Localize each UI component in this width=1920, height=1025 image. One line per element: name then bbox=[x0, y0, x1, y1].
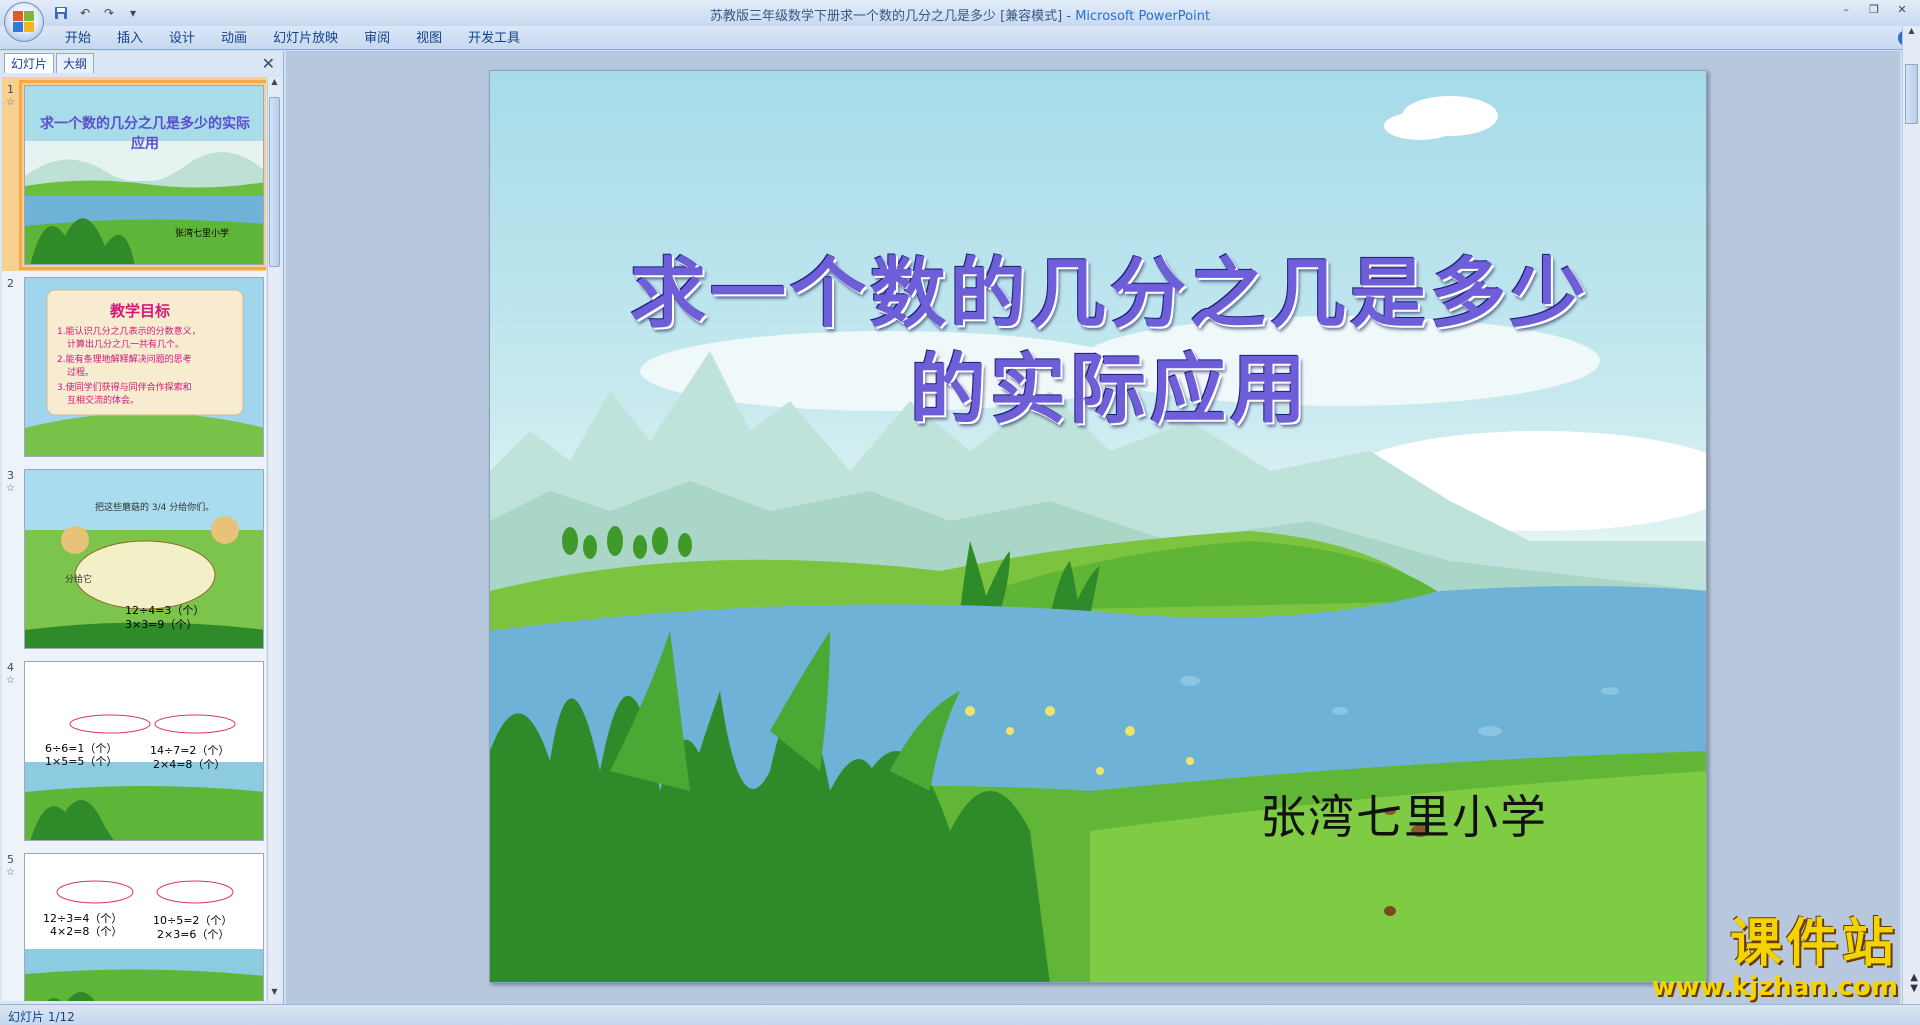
watermark-brand: 课件站 bbox=[1729, 914, 1898, 974]
slide-navigation: ▲ ▼ bbox=[1910, 972, 1918, 994]
title-separator: - bbox=[1062, 9, 1076, 24]
slide-counter: 幻灯片 1/12 bbox=[8, 1010, 75, 1024]
slide-thumbnail-5[interactable]: 12÷3=4（个） 4×2=8（个） 10÷5=2（个） 2×3=6（个） bbox=[24, 853, 264, 1001]
slide-thumbnail-2[interactable]: 教学目标 1.能认识几分之几表示的分数意义， 计算出几分之几一共有几个。 2.能… bbox=[24, 277, 264, 457]
slide-editing-area: 求一个数的几分之几是多少 的实际应用 张湾七里小学 bbox=[286, 51, 1900, 1004]
goal-line: 1.能认识几分之几表示的分数意义， bbox=[57, 327, 201, 337]
tab-design[interactable]: 设计 bbox=[156, 30, 208, 48]
tab-insert[interactable]: 插入 bbox=[104, 30, 156, 48]
slide-number: 1 bbox=[7, 83, 14, 96]
slide-thumbnail-row[interactable]: 1 ☆ 求一个数的几分之几是多少的实际应用 张湾七里小学 bbox=[2, 77, 266, 271]
calc-line: 1×5=5（个） bbox=[45, 755, 118, 768]
calc-line: 10÷5=2（个） bbox=[153, 914, 233, 927]
office-logo-icon bbox=[13, 11, 35, 33]
previous-slide-icon[interactable]: ▲ bbox=[1910, 972, 1918, 983]
animation-star-icon: ☆ bbox=[6, 867, 15, 878]
thumbnail-scrollbar[interactable]: ▲ ▼ bbox=[267, 77, 281, 1001]
title-bar: ↶ ↷ ▾ 苏教版三年级数学下册求一个数的几分之几是多少 [兼容模式] - Mi… bbox=[0, 0, 1920, 26]
slide-number: 2 bbox=[7, 277, 14, 290]
office-button[interactable] bbox=[4, 2, 44, 42]
document-name: 苏教版三年级数学下册求一个数的几分之几是多少 [兼容模式] bbox=[709, 9, 1063, 24]
close-icon[interactable]: ✕ bbox=[1888, 0, 1916, 18]
slides-pane: 幻灯片 大纲 ✕ 1 ☆ 求一个数的几分之几是多少的实际应用 张湾七里小学 2 … bbox=[0, 51, 284, 1004]
thumbnail-caption: 张湾七里小学 bbox=[175, 229, 230, 239]
calc-line: 4×2=8（个） bbox=[50, 925, 123, 938]
tab-developer[interactable]: 开发工具 bbox=[455, 30, 533, 48]
goal-line: 2.能有条理地解释解决问题的思考 bbox=[57, 355, 192, 365]
scrollbar-thumb[interactable] bbox=[269, 97, 280, 267]
slide-title[interactable]: 求一个数的几分之几是多少 的实际应用 bbox=[550, 246, 1670, 438]
tab-review[interactable]: 审阅 bbox=[351, 30, 403, 48]
pane-tabs: 幻灯片 大纲 bbox=[4, 53, 96, 73]
watermark-url: www.kjzhan.com bbox=[1651, 972, 1898, 1002]
slide-thumbnails: 1 ☆ 求一个数的几分之几是多少的实际应用 张湾七里小学 2 教学目标 1.能认… bbox=[2, 77, 266, 1001]
slide-number: 5 bbox=[7, 853, 14, 866]
scrollbar-thumb[interactable] bbox=[1905, 64, 1918, 124]
slide-title-line: 的实际应用 bbox=[910, 345, 1310, 434]
restore-icon[interactable]: ❐ bbox=[1860, 0, 1888, 18]
slide-thumbnail-3[interactable]: 把这些蘑菇的 3/4 分给你们。 分给它 12÷4=3（个） 3×3=9（个） bbox=[24, 469, 264, 649]
tab-slides[interactable]: 幻灯片 bbox=[4, 53, 55, 73]
scroll-down-icon[interactable]: ▼ bbox=[269, 987, 280, 1001]
tab-home[interactable]: 开始 bbox=[52, 30, 104, 48]
thumbnail-prompt: 把这些蘑菇的 3/4 分给你们。 bbox=[95, 503, 215, 513]
ribbon-tabs: 开始 插入 设计 动画 幻灯片放映 审阅 视图 开发工具 bbox=[52, 30, 533, 48]
status-bar: 幻灯片 1/12 bbox=[0, 1004, 1920, 1025]
thumbnail-title: 求一个数的几分之几是多少的实际应用 bbox=[40, 116, 250, 152]
calc-line: 2×3=6（个） bbox=[157, 928, 230, 941]
tab-animations[interactable]: 动画 bbox=[208, 30, 260, 48]
app-name: Microsoft PowerPoint bbox=[1075, 9, 1211, 24]
slide-scrollbar[interactable]: ▲ ▲ ▼ bbox=[1902, 26, 1920, 1004]
goal-line: 过程。 bbox=[67, 368, 95, 378]
slide-subtitle[interactable]: 张湾七里小学 bbox=[1260, 781, 1548, 847]
calc-line: 2×4=8（个） bbox=[153, 758, 226, 771]
calc-line: 12÷4=3（个） bbox=[125, 604, 205, 617]
thumbnail-heading: 教学目标 bbox=[110, 302, 171, 320]
slide-number: 4 bbox=[7, 661, 14, 674]
calc-line: 12÷3=4（个） bbox=[43, 912, 123, 925]
ribbon: 开始 插入 设计 动画 幻灯片放映 审阅 视图 开发工具 ? bbox=[0, 26, 1920, 50]
close-pane-icon[interactable]: ✕ bbox=[262, 54, 275, 73]
minimize-icon[interactable]: – bbox=[1832, 0, 1860, 18]
tab-view[interactable]: 视图 bbox=[403, 30, 455, 48]
calc-line: 3×3=9（个） bbox=[125, 618, 198, 631]
goal-line: 3.使同学们获得与同伴合作探索和 bbox=[57, 383, 192, 393]
tab-slide-show[interactable]: 幻灯片放映 bbox=[260, 30, 351, 48]
scroll-up-icon[interactable]: ▲ bbox=[1906, 26, 1917, 40]
animation-star-icon: ☆ bbox=[6, 97, 15, 108]
tab-outline[interactable]: 大纲 bbox=[56, 53, 95, 73]
slide-number: 3 bbox=[7, 469, 14, 482]
animation-star-icon: ☆ bbox=[6, 483, 15, 494]
next-slide-icon[interactable]: ▼ bbox=[1910, 983, 1918, 994]
window-title: 苏教版三年级数学下册求一个数的几分之几是多少 [兼容模式] - Microsof… bbox=[0, 5, 1920, 24]
goal-line: 计算出几分之几一共有几个。 bbox=[67, 340, 185, 350]
calc-line: 6÷6=1（个） bbox=[45, 742, 118, 755]
window-controls: – ❐ ✕ bbox=[1832, 0, 1916, 18]
current-slide[interactable]: 求一个数的几分之几是多少 的实际应用 张湾七里小学 bbox=[489, 70, 1707, 983]
animation-star-icon: ☆ bbox=[6, 675, 15, 686]
thumbnail-side-label: 分给它 bbox=[65, 575, 93, 585]
slide-title-line: 求一个数的几分之几是多少 bbox=[630, 249, 1590, 338]
calc-line: 14÷7=2（个） bbox=[150, 744, 230, 757]
slide-thumbnail-1[interactable]: 求一个数的几分之几是多少的实际应用 张湾七里小学 bbox=[19, 80, 266, 270]
goal-line: 互相交流的体会。 bbox=[67, 396, 140, 406]
watermark-logo: 课件站 www.kjzhan.com bbox=[1652, 915, 1898, 1001]
scroll-up-icon[interactable]: ▲ bbox=[269, 77, 280, 91]
slide-thumbnail-4[interactable]: 6÷6=1（个） 1×5=5（个） 14÷7=2（个） 2×4=8（个） bbox=[24, 661, 264, 841]
